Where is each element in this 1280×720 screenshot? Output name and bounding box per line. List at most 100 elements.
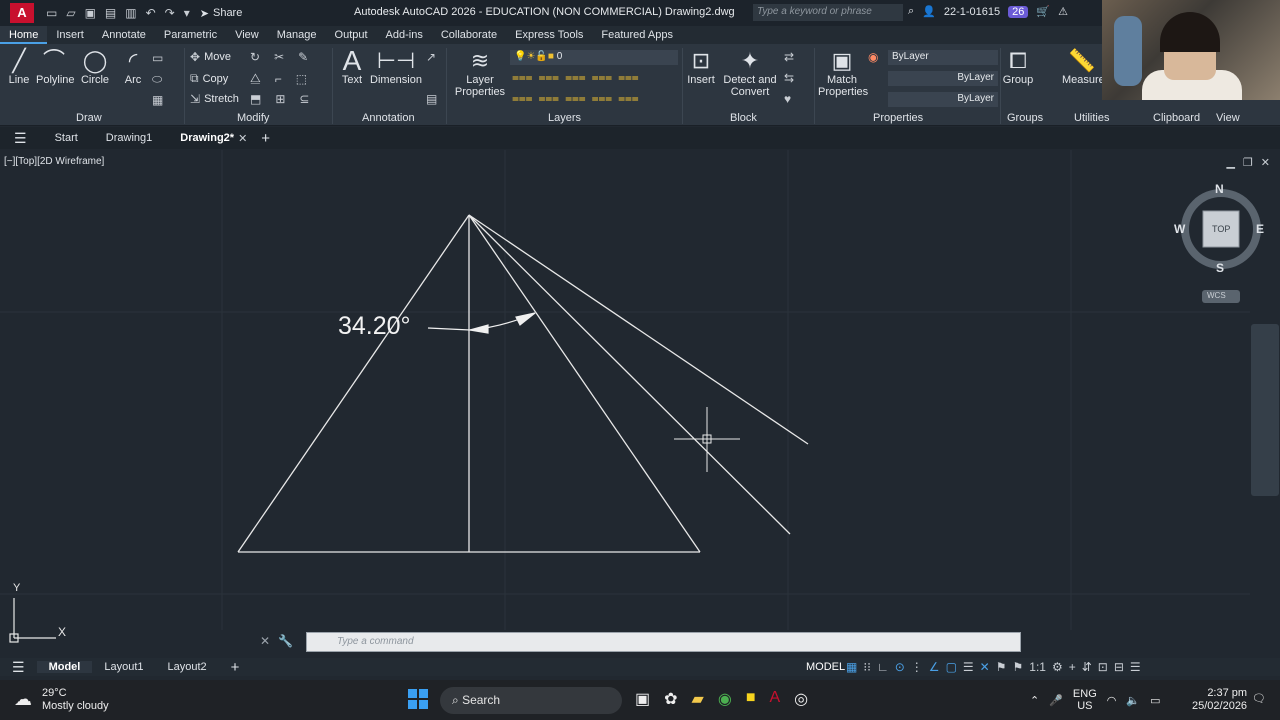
hatch-tool[interactable]: ▦ xyxy=(152,93,163,107)
annotation-panel-title[interactable]: Annotation xyxy=(362,112,415,124)
tab-annotate[interactable]: Annotate xyxy=(93,26,155,44)
wifi-icon[interactable]: ◠ xyxy=(1107,694,1117,707)
polar-icon[interactable]: ⊙ xyxy=(895,660,905,674)
file-explorer-icon[interactable]: ▰ xyxy=(692,689,704,709)
sticky-notes-icon[interactable]: ■ xyxy=(746,689,756,709)
move-tool[interactable]: ✥ Move xyxy=(190,50,231,64)
language-indicator[interactable]: ENG US xyxy=(1073,688,1097,712)
close-command-icon[interactable]: ✕ xyxy=(260,634,270,648)
plot-icon[interactable]: ▥ xyxy=(125,6,136,20)
text-tool[interactable]: A Text xyxy=(338,47,366,87)
task-view-icon[interactable]: ▣ xyxy=(635,689,650,709)
layout-tab-layout2[interactable]: Layout2 xyxy=(156,661,219,673)
rotated-line-preview[interactable] xyxy=(468,214,791,535)
scale-icon[interactable]: ⬒ xyxy=(250,92,261,106)
layer-properties-tool[interactable]: ≋ Layer Properties xyxy=(452,48,508,98)
tab-output[interactable]: Output xyxy=(326,26,377,44)
viewcube-south[interactable]: S xyxy=(1216,261,1224,275)
mirror-icon[interactable]: ⧋ xyxy=(250,71,261,86)
rotated-line-long[interactable] xyxy=(468,214,809,445)
model-space-toggle[interactable]: MODEL xyxy=(806,661,845,673)
wcs-menu[interactable]: WCS xyxy=(1207,291,1226,300)
file-menu-icon[interactable]: ☰ xyxy=(0,130,41,147)
tab-insert[interactable]: Insert xyxy=(47,26,93,44)
circle-tool[interactable]: ◯ Circle xyxy=(80,48,110,86)
grid-icon[interactable]: ▦ xyxy=(846,660,857,674)
microphone-icon[interactable]: 🎤 xyxy=(1049,694,1063,707)
tab-collaborate[interactable]: Collaborate xyxy=(432,26,506,44)
notifications-icon[interactable]: 🗨 xyxy=(1252,692,1266,705)
block-attribute-tool[interactable]: ♥ xyxy=(784,92,791,106)
layer-tools-row2[interactable]: ⩶⩶⩶⩶⩶ xyxy=(512,91,645,106)
share-button[interactable]: ➤ Share xyxy=(200,7,243,20)
tab-manage[interactable]: Manage xyxy=(268,26,326,44)
linetype-dropdown[interactable]: ByLayer xyxy=(888,71,998,86)
redo-icon[interactable]: ↷ xyxy=(165,6,175,20)
plus-icon[interactable]: + xyxy=(1069,660,1076,674)
draw-panel-title[interactable]: Draw xyxy=(76,112,102,124)
chrome-icon[interactable]: ◉ xyxy=(718,689,732,709)
copilot-icon[interactable]: ✿ xyxy=(664,689,677,709)
obs-icon[interactable]: ◎ xyxy=(794,689,808,709)
layout-menu-icon[interactable]: ☰ xyxy=(0,659,37,676)
close-tab-icon[interactable]: ✕ xyxy=(238,132,247,145)
arc-tool[interactable]: ◜ Arc xyxy=(120,48,146,86)
help-search-input[interactable]: Type a keyword or phrase xyxy=(753,4,903,21)
object-snap-icon[interactable]: ▢ xyxy=(946,660,957,674)
start-button[interactable] xyxy=(408,689,428,709)
save-icon[interactable]: ▣ xyxy=(85,6,96,20)
group-tool[interactable]: ⧠ Group xyxy=(1002,48,1034,86)
user-icon[interactable]: 👤 xyxy=(922,5,936,18)
file-tab-drawing1[interactable]: Drawing1 xyxy=(92,132,166,144)
isolate-icon[interactable]: ⊡ xyxy=(1098,660,1108,674)
autocad-app-icon[interactable]: A xyxy=(10,3,34,23)
layout-tab-layout1[interactable]: Layout1 xyxy=(92,661,155,673)
weather-icon[interactable]: ☁ xyxy=(14,689,32,710)
new-file-icon[interactable]: ▭ xyxy=(46,6,57,20)
edit-block-tool[interactable]: ⇆ xyxy=(784,71,794,85)
help-icon[interactable]: ⚠ xyxy=(1058,5,1068,18)
viewcube-west[interactable]: W xyxy=(1174,222,1185,236)
layer-tools-row1[interactable]: ⩶⩶⩶⩶⩶ xyxy=(512,70,645,85)
measure-tool[interactable]: 📏 Measure xyxy=(1062,48,1105,86)
clipboard-panel-title[interactable]: Clipboard xyxy=(1153,112,1200,124)
rectangle-tool[interactable]: ▭ xyxy=(152,51,163,65)
notification-badge[interactable]: 26 xyxy=(1008,5,1029,18)
utilities-panel-title[interactable]: Utilities xyxy=(1074,112,1109,124)
angular-dimension[interactable] xyxy=(427,312,536,334)
tray-overflow-icon[interactable]: ⌃ xyxy=(1030,694,1039,707)
taskbar-clock[interactable]: 2:37 pm 25/02/2026 xyxy=(1192,687,1247,713)
copy-tool[interactable]: ⧉ Copy xyxy=(190,71,228,86)
tab-view[interactable]: View xyxy=(226,26,268,44)
table-tool[interactable]: ▤ xyxy=(426,92,437,106)
tab-parametric[interactable]: Parametric xyxy=(155,26,226,44)
triangle-right-edge[interactable] xyxy=(468,214,701,553)
create-block-tool[interactable]: ⇄ xyxy=(784,50,794,64)
line-tool[interactable]: ╱ Line xyxy=(6,48,32,86)
cart-icon[interactable]: 🛒 xyxy=(1036,5,1050,18)
offset-icon[interactable]: ⊆ xyxy=(299,92,309,106)
battery-icon[interactable]: ▭ xyxy=(1150,694,1160,707)
tab-home[interactable]: Home xyxy=(0,26,48,44)
erase-icon[interactable]: ✎ xyxy=(298,50,308,64)
ortho-icon[interactable]: ∟ xyxy=(877,660,889,674)
navigation-bar[interactable] xyxy=(1251,324,1279,496)
viewcube-north[interactable]: N xyxy=(1215,182,1224,196)
file-tab-drawing2[interactable]: Drawing2* xyxy=(166,132,248,144)
volume-icon[interactable]: 🔈 xyxy=(1126,694,1140,707)
command-input[interactable]: Type a command xyxy=(306,632,1021,652)
insert-block-tool[interactable]: ⊡ Insert xyxy=(686,48,716,86)
drawing-canvas[interactable] xyxy=(0,150,1280,658)
save-as-icon[interactable]: ▤ xyxy=(105,6,116,20)
customize-dropdown-icon[interactable]: ▾ xyxy=(184,6,190,20)
customize-icon[interactable]: 🔧 xyxy=(278,634,293,648)
viewcube-top-face[interactable]: TOP xyxy=(1212,224,1230,234)
fullscreen-icon[interactable]: ⊟ xyxy=(1114,660,1124,674)
view-panel-title[interactable]: View xyxy=(1216,112,1240,124)
search-icon[interactable]: ⌕ xyxy=(908,5,914,18)
drawing-viewport[interactable]: [−][Top][2D Wireframe] ▁ ❐ ✕ 34.20° N S … xyxy=(0,150,1280,658)
explode-icon[interactable]: ⬚ xyxy=(296,72,307,86)
triangle-left-edge[interactable] xyxy=(237,214,470,553)
layer-dropdown[interactable]: 💡☀🔓■ 0 xyxy=(510,50,678,65)
stretch-tool[interactable]: ⇲ Stretch xyxy=(190,92,239,106)
